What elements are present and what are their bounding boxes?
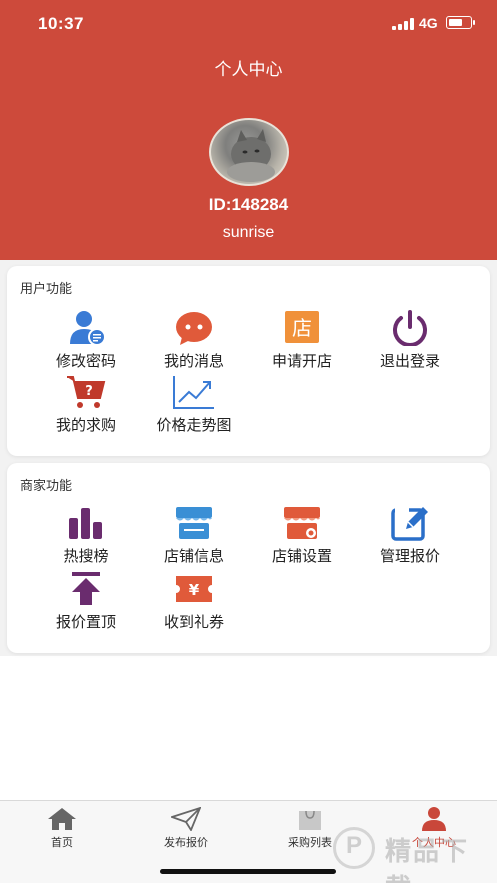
- shopping-bag-icon: [295, 807, 325, 831]
- shopping-cart-icon: ?: [64, 374, 108, 410]
- pin-quote-button[interactable]: 报价置顶: [31, 571, 141, 632]
- section-title: 商家功能: [20, 478, 73, 493]
- profile-header: 10:37 4G 个人中心 ID:148284 sunrise: [0, 0, 497, 260]
- change-password-label: 修改密码: [55, 353, 116, 370]
- shop-settings-label: 店铺设置: [271, 548, 332, 565]
- pin-top-icon: [64, 571, 108, 607]
- apply-store-button[interactable]: 店 申请开店: [247, 310, 357, 371]
- tab-publish-quote-label: 发布报价: [164, 837, 208, 849]
- price-trend-button[interactable]: 价格走势图: [139, 374, 249, 435]
- trend-chart-icon: [172, 374, 216, 410]
- my-purchase-requests-label: 我的求购: [55, 417, 116, 434]
- coupon-icon: ¥: [172, 571, 216, 607]
- store-apply-icon: 店: [280, 310, 324, 346]
- received-coupons-button[interactable]: ¥ 收到礼券: [139, 571, 249, 632]
- hot-search-button[interactable]: 热搜榜: [31, 505, 141, 566]
- user-id: ID:148284: [208, 195, 289, 214]
- shop-settings-icon: [280, 505, 324, 541]
- cat-avatar-image: [227, 129, 275, 182]
- hot-search-label: 热搜榜: [63, 548, 109, 565]
- shop-info-icon: [172, 505, 216, 541]
- tab-publish-quote[interactable]: 发布报价: [124, 806, 248, 850]
- bar-chart-icon: [64, 505, 108, 541]
- manage-quotes-button[interactable]: 管理报价: [355, 505, 465, 566]
- user-functions-card: 用户功能 修改密码 我的消息 店 申请开店 退出登录 ? 我的求购 价格走势图: [7, 266, 490, 456]
- shop-info-button[interactable]: 店铺信息: [139, 505, 249, 566]
- price-trend-label: 价格走势图: [156, 417, 232, 434]
- logout-label: 退出登录: [379, 353, 440, 370]
- paper-plane-icon: [169, 806, 202, 832]
- my-purchase-requests-button[interactable]: ? 我的求购: [31, 374, 141, 435]
- edit-icon: [388, 505, 432, 541]
- logout-button[interactable]: 退出登录: [355, 310, 465, 371]
- change-password-button[interactable]: 修改密码: [31, 310, 141, 371]
- received-coupons-label: 收到礼券: [163, 614, 224, 631]
- section-title: 用户功能: [20, 281, 73, 296]
- avatar[interactable]: [209, 118, 289, 186]
- home-icon: [47, 807, 77, 831]
- signal-icon: [392, 18, 414, 30]
- watermark-text: 精品下载: [385, 836, 470, 883]
- battery-icon: [446, 16, 475, 29]
- apply-store-label: 申请开店: [271, 353, 332, 370]
- manage-quotes-label: 管理报价: [379, 548, 440, 565]
- network-type: 4G: [419, 15, 438, 31]
- my-messages-button[interactable]: 我的消息: [139, 310, 249, 371]
- site-watermark: P 精品下载: [333, 823, 493, 883]
- svg-text:?: ?: [85, 384, 93, 399]
- svg-text:¥: ¥: [189, 581, 200, 599]
- merchant-functions-card: 商家功能 热搜榜 店铺信息 店铺设置 管理报价 报价置顶 ¥ 收到礼券: [7, 463, 490, 653]
- my-messages-label: 我的消息: [163, 353, 224, 370]
- tab-home[interactable]: 首页: [0, 807, 124, 850]
- user-password-icon: [64, 310, 108, 346]
- power-icon: [388, 310, 432, 347]
- username: sunrise: [222, 224, 275, 241]
- tab-home-label: 首页: [51, 837, 73, 849]
- shop-info-label: 店铺信息: [163, 548, 224, 565]
- home-indicator[interactable]: [160, 869, 336, 874]
- status-time: 10:37: [38, 14, 84, 33]
- page-title: 个人中心: [214, 60, 283, 79]
- pin-quote-label: 报价置顶: [55, 614, 116, 631]
- message-icon: [172, 310, 216, 346]
- shop-settings-button[interactable]: 店铺设置: [247, 505, 357, 566]
- svg-text:店: 店: [292, 316, 312, 340]
- status-bar: 10:37 4G: [0, 0, 497, 48]
